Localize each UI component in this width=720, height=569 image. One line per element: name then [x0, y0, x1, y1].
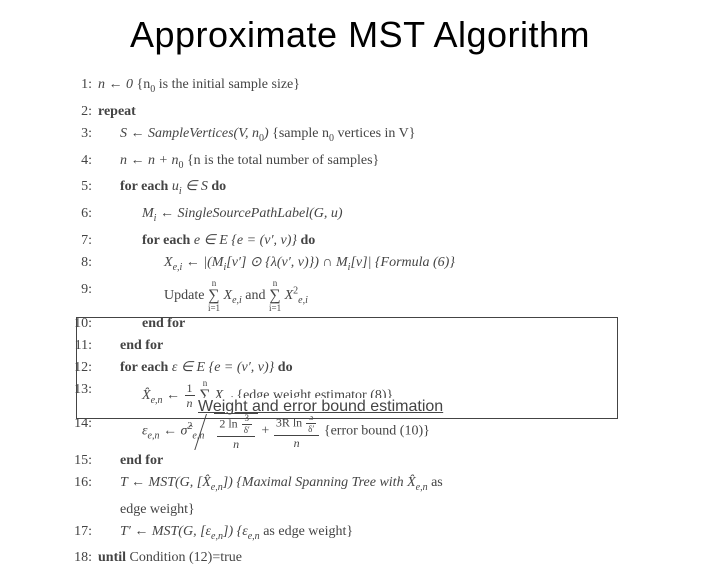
line-body: edge weight}: [98, 499, 195, 521]
line-body: repeat: [98, 101, 136, 123]
line-body: Mi ← SingleSourcePathLabel(G, u): [98, 203, 343, 230]
line-body: n ← n + n0 {n is the total number of sam…: [98, 150, 379, 177]
line-body: until Condition (12)=true: [98, 547, 242, 569]
line-body: S ← SampleVertices(V, n0) {sample n0 ver…: [98, 123, 416, 150]
algo-line: 3:S ← SampleVertices(V, n0) {sample n0 v…: [64, 123, 690, 150]
algo-line: 8:Xe,i ← |(Mi[v′] ⊙ {λ(v′, v)}) ∩ Mi[v]|…: [64, 252, 690, 279]
line-body: Xe,i ← |(Mi[v′] ⊙ {λ(v′, v)}) ∩ Mi[v]| {…: [98, 252, 455, 279]
line-number: 16:: [64, 472, 98, 494]
line-body: Update n∑i=1 Xe,i and n∑i=1 X2e,i: [98, 279, 308, 313]
line-body: for each e ∈ E {e = (v′, v)} do: [98, 230, 315, 252]
line-number: 3:: [64, 123, 98, 145]
page-title: Approximate MST Algorithm: [0, 14, 720, 56]
line-number: 15:: [64, 450, 98, 472]
line-number: 18:: [64, 547, 98, 569]
line-number: 8:: [64, 252, 98, 274]
line-number: 6:: [64, 203, 98, 225]
algo-line: edge weight}: [64, 499, 690, 521]
algo-line: 6:Mi ← SingleSourcePathLabel(G, u): [64, 203, 690, 230]
line-number: 2:: [64, 101, 98, 123]
algo-line: 15:end for: [64, 450, 690, 472]
algo-line: 1:n ← 0 {n0 is the initial sample size}: [64, 74, 690, 101]
line-body: T′ ← MST(G, [εe,n]) {εe,n as edge weight…: [98, 521, 353, 548]
algo-line: 9:Update n∑i=1 Xe,i and n∑i=1 X2e,i: [64, 279, 690, 313]
algo-line: 2:repeat: [64, 101, 690, 123]
algo-line: 4:n ← n + n0 {n is the total number of s…: [64, 150, 690, 177]
line-body: end for: [98, 450, 163, 472]
line-body: for each ui ∈ S do: [98, 176, 226, 203]
line-number: 5:: [64, 176, 98, 198]
algo-line: 16:T ← MST(G, [X̂e,n]) {Maximal Spanning…: [64, 472, 690, 499]
algo-line: 18:until Condition (12)=true: [64, 547, 690, 569]
line-number: 1:: [64, 74, 98, 96]
algorithm-listing: Weight and error bound estimation 1:n ← …: [64, 74, 690, 569]
algo-line: 7:for each e ∈ E {e = (v′, v)} do: [64, 230, 690, 252]
line-number: 7:: [64, 230, 98, 252]
algo-line: 17:T′ ← MST(G, [εe,n]) {εe,n as edge wei…: [64, 521, 690, 548]
line-number: 17:: [64, 521, 98, 543]
algo-line: 5:for each ui ∈ S do: [64, 176, 690, 203]
line-number: 4:: [64, 150, 98, 172]
line-number: 9:: [64, 279, 98, 301]
line-body: T ← MST(G, [X̂e,n]) {Maximal Spanning Tr…: [98, 472, 443, 499]
line-body: n ← 0 {n0 is the initial sample size}: [98, 74, 300, 101]
